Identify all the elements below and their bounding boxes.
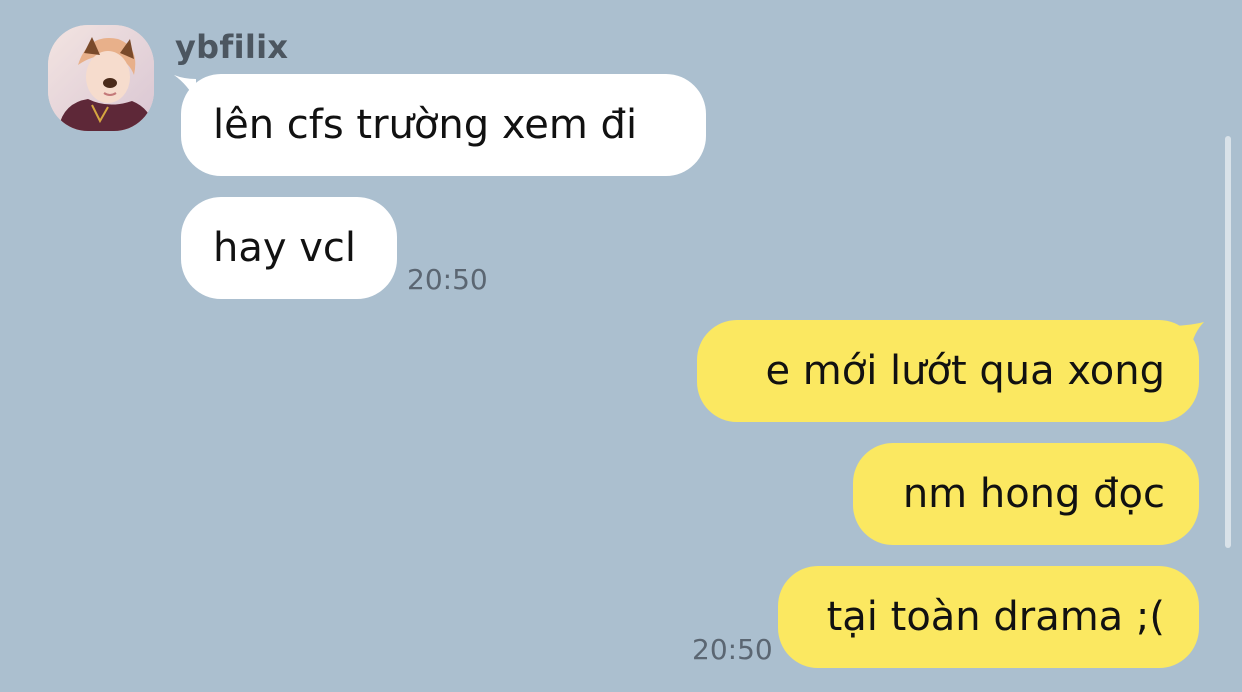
message-text: nm hong đọc [902,471,1165,517]
message-text: lên cfs trường xem đi [213,102,638,148]
sender-name[interactable]: ybfilix [175,28,288,66]
avatar-photo-icon [48,25,154,131]
chat-scrollbar[interactable] [1225,136,1231,548]
outgoing-message-bubble[interactable]: e mới lướt qua xong [697,320,1199,422]
message-text: tại toàn drama ;( [826,594,1165,640]
outgoing-message-bubble[interactable]: tại toàn drama ;( [778,566,1199,668]
message-timestamp: 20:50 [692,633,773,666]
message-text: e mới lướt qua xong [765,348,1165,394]
outgoing-message-bubble[interactable]: nm hong đọc [853,443,1199,545]
incoming-message-bubble[interactable]: hay vcl [181,197,397,299]
incoming-message-bubble[interactable]: lên cfs trường xem đi [181,74,706,176]
message-timestamp: 20:50 [407,263,488,296]
message-text: hay vcl [213,225,357,271]
chat-room: ybfilix lên cfs trường xem đi hay vcl 20… [0,0,1242,692]
sender-avatar[interactable] [48,25,154,131]
